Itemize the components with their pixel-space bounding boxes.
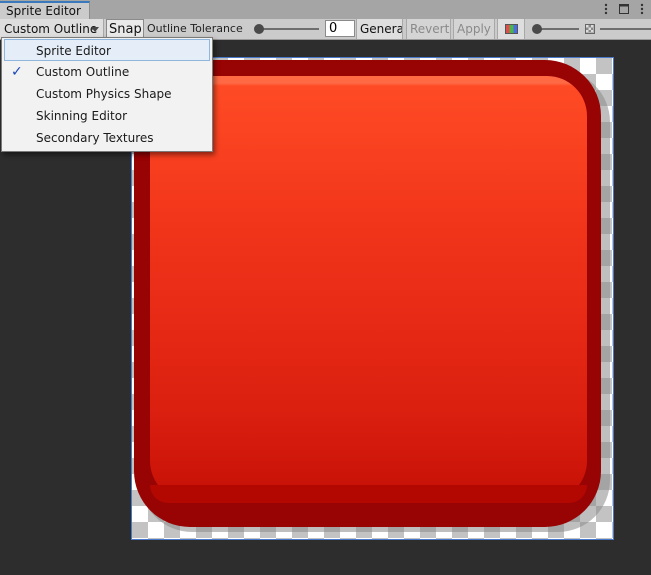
- outline-tolerance-label: Outline Tolerance: [147, 22, 243, 35]
- mode-dropdown-label: Custom Outline: [4, 22, 98, 36]
- menu-item-label: Skinning Editor: [36, 109, 127, 123]
- mode-dropdown[interactable]: Custom Outline: [0, 19, 104, 39]
- apply-button[interactable]: Apply: [453, 19, 495, 39]
- maximize-icon[interactable]: [619, 3, 629, 15]
- checkmark-icon: ✓: [11, 64, 23, 80]
- snap-toggle[interactable]: Snap: [106, 19, 144, 39]
- menu-item-label: Sprite Editor: [36, 44, 111, 58]
- tab-sprite-editor[interactable]: Sprite Editor: [0, 1, 90, 19]
- sprite-editor-window: Sprite Editor Custom Outline Snap Outlin…: [0, 0, 651, 575]
- color-channels-icon: [505, 24, 518, 34]
- menu-item-label: Custom Physics Shape: [36, 87, 172, 101]
- tolerance-input[interactable]: 0: [325, 20, 355, 37]
- menu-item-custom-outline[interactable]: ✓ Custom Outline: [2, 61, 212, 83]
- sprite-button-rim: [150, 485, 587, 503]
- mode-dropdown-menu: Sprite Editor ✓ Custom Outline Custom Ph…: [1, 37, 213, 152]
- color-channels-button[interactable]: [497, 19, 525, 39]
- alpha-checker-icon: [585, 24, 595, 34]
- generate-button[interactable]: Generate: [356, 19, 403, 39]
- tolerance-slider-thumb[interactable]: [254, 24, 264, 34]
- window-tools: [601, 2, 647, 16]
- menu-item-skinning-editor[interactable]: Skinning Editor: [2, 105, 212, 127]
- chevron-down-icon: [91, 27, 99, 32]
- menu-item-label: Secondary Textures: [36, 131, 154, 145]
- tab-strip: Sprite Editor: [0, 0, 651, 19]
- kebab-menu-icon[interactable]: [601, 3, 611, 15]
- menu-item-secondary-textures[interactable]: Secondary Textures: [2, 127, 212, 149]
- revert-button[interactable]: Revert: [406, 19, 451, 39]
- tolerance-slider-track[interactable]: [257, 28, 319, 30]
- menu-item-label: Custom Outline: [36, 65, 130, 79]
- menu-item-custom-physics-shape[interactable]: Custom Physics Shape: [2, 83, 212, 105]
- alpha-slider-thumb[interactable]: [532, 24, 542, 34]
- sprite-button-face: [150, 76, 587, 501]
- more-icon[interactable]: [637, 3, 647, 15]
- menu-item-sprite-editor[interactable]: Sprite Editor: [4, 39, 210, 61]
- zoom-slider-track[interactable]: [600, 28, 651, 30]
